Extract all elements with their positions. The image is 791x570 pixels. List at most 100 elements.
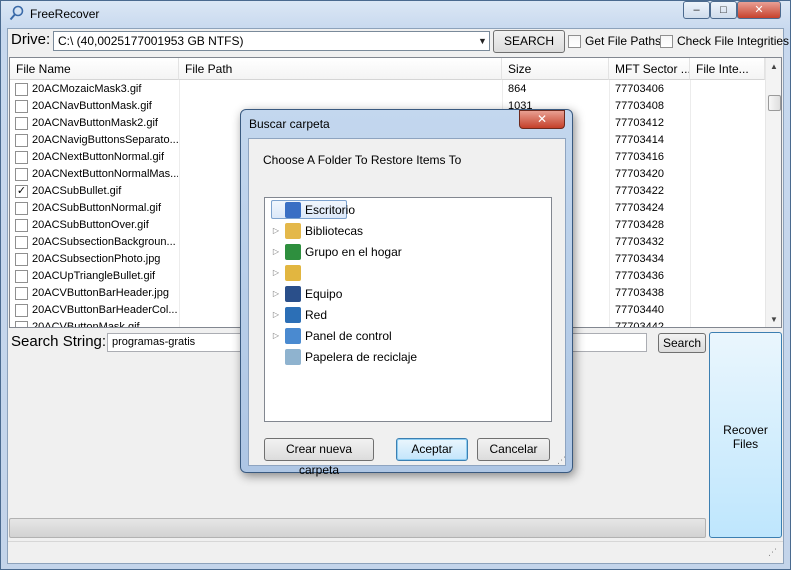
table-row[interactable]: 20ACMozaicMask3.gif 864 77703406 xyxy=(10,81,765,98)
file-name-cell: 20ACVButtonMask.gif xyxy=(32,321,140,328)
dialog-resize-grip-icon[interactable]: ⋰ xyxy=(557,455,566,466)
scroll-down-icon[interactable]: ▼ xyxy=(766,313,781,327)
cancel-button[interactable]: Cancelar xyxy=(477,438,550,461)
mft-sector-cell: 77703422 xyxy=(615,185,664,197)
tree-node-label: Bibliotecas xyxy=(305,224,364,238)
search-string-button[interactable]: Search xyxy=(658,333,706,353)
row-checkbox[interactable] xyxy=(15,219,28,232)
row-checkbox[interactable] xyxy=(15,100,28,113)
ok-button[interactable]: Aceptar xyxy=(396,438,468,461)
expand-arrow-icon[interactable]: ▷ xyxy=(271,284,281,304)
drive-select[interactable]: C:\ (40,0025177001953 GB NTFS) xyxy=(53,31,490,51)
dialog-title: Buscar carpeta xyxy=(249,117,330,131)
size-cell: 864 xyxy=(508,83,527,95)
mft-sector-cell: 77703420 xyxy=(615,168,664,180)
expand-arrow-icon[interactable]: ▷ xyxy=(271,242,281,262)
desktop-icon xyxy=(285,202,301,218)
tree-node-label: Equipo xyxy=(305,287,343,301)
mft-sector-cell: 77703432 xyxy=(615,236,664,248)
check-file-integrities-label[interactable]: Check File Integrities xyxy=(677,34,789,48)
row-checkbox[interactable] xyxy=(15,253,28,266)
search-string-label: Search String: xyxy=(11,333,107,350)
file-name-cell: 20ACSubBullet.gif xyxy=(32,185,122,197)
row-checkbox[interactable] xyxy=(15,83,28,96)
file-name-cell: 20ACSubButtonNormal.gif xyxy=(32,202,162,214)
chevron-down-icon[interactable]: ▼ xyxy=(475,31,490,51)
mft-sector-cell: 77703412 xyxy=(615,117,664,129)
file-name-cell: 20ACNextButtonNormalMas... xyxy=(32,168,178,180)
mft-sector-cell: 77703406 xyxy=(615,83,664,95)
row-checkbox[interactable] xyxy=(15,270,28,283)
user-folder-icon xyxy=(285,265,301,281)
file-name-cell: 20ACVButtonBarHeader.jpg xyxy=(32,287,169,299)
expand-arrow-icon[interactable]: ▷ xyxy=(271,326,281,346)
libraries-icon xyxy=(285,223,301,239)
mft-sector-cell: 77703438 xyxy=(615,287,664,299)
row-checkbox[interactable] xyxy=(15,117,28,130)
mft-sector-cell: 77703442 xyxy=(615,321,664,328)
close-button[interactable]: ✕ xyxy=(737,1,781,19)
tree-node-label: Grupo en el hogar xyxy=(305,245,402,259)
expand-arrow-icon[interactable]: ▷ xyxy=(271,263,281,283)
column-header-file-integrity[interactable]: File Inte... xyxy=(690,58,765,80)
dialog-body: Choose A Folder To Restore Items To Escr… xyxy=(248,138,566,466)
get-file-paths-label[interactable]: Get File Paths xyxy=(585,34,661,48)
expand-arrow-icon[interactable]: ▷ xyxy=(271,221,281,241)
status-bar xyxy=(8,541,783,563)
row-checkbox[interactable] xyxy=(15,304,28,317)
vertical-scrollbar[interactable]: ▲ ▼ xyxy=(765,58,781,327)
mft-sector-cell: 77703424 xyxy=(615,202,664,214)
drive-label: Drive: xyxy=(11,31,51,48)
mft-sector-cell: 77703408 xyxy=(615,100,664,112)
tree-node-label: Panel de control xyxy=(305,329,392,343)
recover-files-button[interactable]: Recover Files xyxy=(709,332,782,538)
row-checkbox[interactable] xyxy=(15,134,28,147)
network-icon xyxy=(285,307,301,323)
row-checkbox[interactable] xyxy=(15,202,28,215)
tree-node-label: Red xyxy=(305,308,328,322)
file-name-cell: 20ACSubButtonOver.gif xyxy=(32,219,149,231)
scroll-thumb[interactable] xyxy=(768,95,781,111)
column-header-file-path[interactable]: File Path xyxy=(179,58,502,80)
row-checkbox[interactable] xyxy=(15,287,28,300)
mft-sector-cell: 77703414 xyxy=(615,134,664,146)
minimize-button[interactable]: – xyxy=(683,1,710,19)
folder-tree[interactable]: Escritorio ▷ Bibliotecas ▷ Grupo en el hogar… xyxy=(264,197,552,422)
app-magnifier-icon xyxy=(9,5,24,21)
file-name-cell: 20ACVButtonBarHeaderCol... xyxy=(32,304,178,316)
file-name-cell: 20ACUpTriangleBullet.gif xyxy=(32,270,156,282)
row-checkbox[interactable]: ✓ xyxy=(15,185,28,198)
tree-node-label: Papelera de reciclaje xyxy=(305,350,418,364)
search-button[interactable]: SEARCH xyxy=(493,30,565,53)
file-name-cell: 20ACNavigButtonsSeparato... xyxy=(32,134,178,146)
maximize-button[interactable]: □ xyxy=(710,1,737,19)
mft-sector-cell: 77703434 xyxy=(615,253,664,265)
check-file-integrities-checkbox[interactable] xyxy=(660,35,673,48)
file-name-cell: 20ACMozaicMask3.gif xyxy=(32,83,142,95)
column-header-file-name[interactable]: File Name xyxy=(10,58,179,80)
column-header-mft-sector[interactable]: MFT Sector ... xyxy=(609,58,690,80)
tree-node-label: Escritorio xyxy=(305,203,356,217)
resize-grip-icon[interactable]: ⋰ xyxy=(768,547,777,558)
column-header-size[interactable]: Size xyxy=(502,58,609,80)
dialog-prompt: Choose A Folder To Restore Items To xyxy=(263,153,462,167)
recycle-bin-icon xyxy=(285,349,301,365)
mft-sector-cell: 77703416 xyxy=(615,151,664,163)
file-name-cell: 20ACNextButtonNormal.gif xyxy=(32,151,165,163)
row-checkbox[interactable] xyxy=(15,151,28,164)
row-checkbox[interactable] xyxy=(15,168,28,181)
computer-icon xyxy=(285,286,301,302)
mft-sector-cell: 77703440 xyxy=(615,304,664,316)
file-name-cell: 20ACNavButtonMask2.gif xyxy=(32,117,158,129)
expand-arrow-icon[interactable]: ▷ xyxy=(271,305,281,325)
row-checkbox[interactable] xyxy=(15,236,28,249)
new-folder-button[interactable]: Crear nueva carpeta xyxy=(264,438,374,477)
row-checkbox[interactable] xyxy=(15,321,28,327)
window-title: FreeRecover xyxy=(30,7,100,21)
get-file-paths-checkbox[interactable] xyxy=(568,35,581,48)
mft-sector-cell: 77703436 xyxy=(615,270,664,282)
dialog-close-button[interactable]: ✕ xyxy=(519,110,565,129)
homegroup-icon xyxy=(285,244,301,260)
control-panel-icon xyxy=(285,328,301,344)
scroll-up-icon[interactable]: ▲ xyxy=(766,60,781,74)
